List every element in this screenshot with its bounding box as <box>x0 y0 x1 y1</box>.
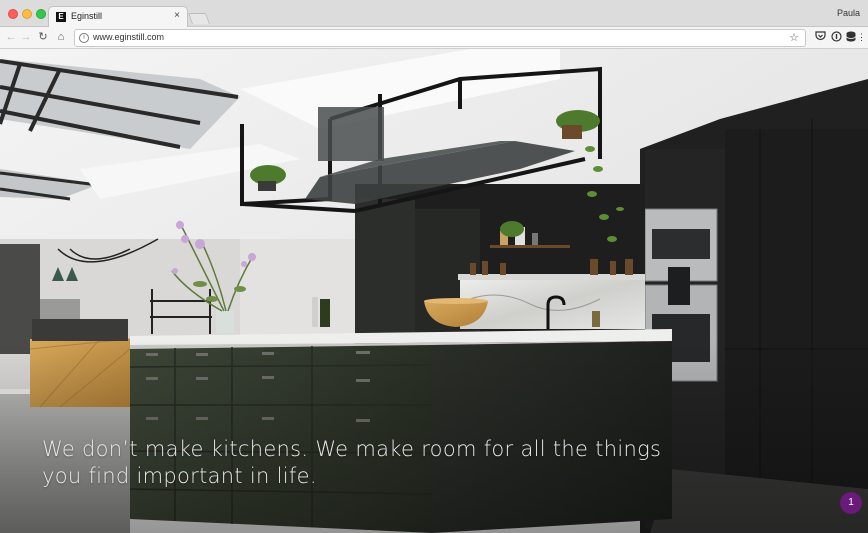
hero-tagline-line-2: you find important in life. <box>42 464 317 488</box>
pocket-icon[interactable] <box>814 31 826 43</box>
url-text[interactable]: www.eginstill.com <box>93 32 164 42</box>
profile-name[interactable]: Paula <box>837 8 860 18</box>
forward-arrow-icon[interactable]: → <box>19 31 33 44</box>
reload-icon[interactable]: ↻ <box>36 31 50 44</box>
minimize-window-button[interactable] <box>22 9 32 19</box>
info-icon[interactable]: i <box>79 33 89 43</box>
extension-icon[interactable] <box>830 31 842 43</box>
address-bar[interactable]: i www.eginstill.com ☆ <box>74 29 806 47</box>
home-icon[interactable]: ⌂ <box>54 31 68 44</box>
tab-close-icon[interactable]: × <box>174 10 180 21</box>
maximize-window-button[interactable] <box>36 9 46 19</box>
menu-icon[interactable]: ⋮ <box>857 31 866 43</box>
new-tab-button[interactable] <box>187 13 211 24</box>
notification-badge[interactable]: 1 <box>840 492 862 514</box>
bookmark-star-icon[interactable]: ☆ <box>789 31 799 44</box>
hero-tagline-line-1: We don’t make kitchens. We make room for… <box>42 437 662 461</box>
browser-toolbar: ← → ↻ ⌂ i www.eginstill.com ☆ ⋮ <box>0 27 868 49</box>
browser-tab[interactable]: E Eginstill × <box>48 6 188 28</box>
close-window-button[interactable] <box>8 9 18 19</box>
back-arrow-icon[interactable]: ← <box>4 31 18 44</box>
browser-titlebar: E Eginstill × Paula <box>0 0 868 28</box>
site-favicon-icon: E <box>56 12 66 22</box>
database-icon[interactable] <box>845 31 857 43</box>
tab-title: Eginstill <box>71 11 103 21</box>
hero-tagline: We don’t make kitchens. We make room for… <box>42 436 682 490</box>
page-viewport: We don’t make kitchens. We make room for… <box>0 49 868 533</box>
